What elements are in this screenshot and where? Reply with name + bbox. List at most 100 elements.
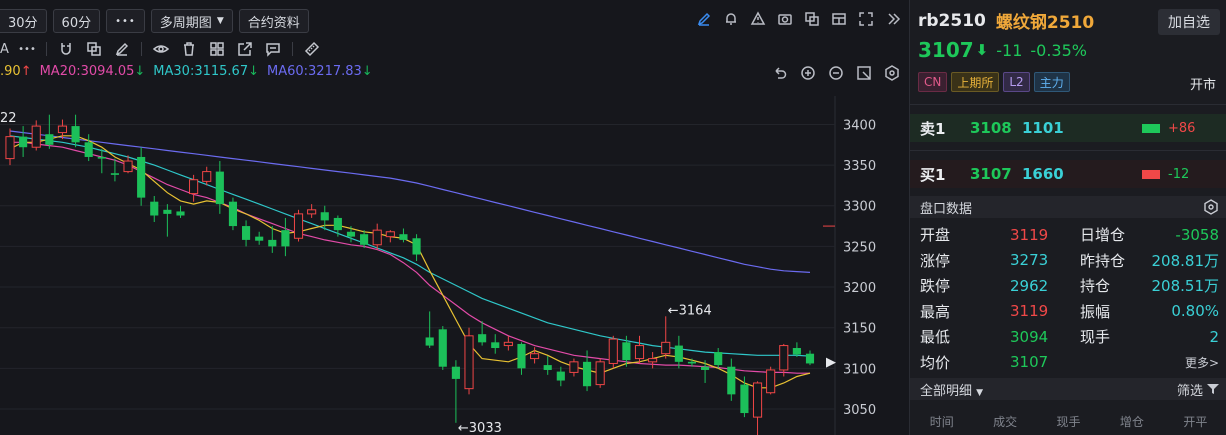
toolbar-divider <box>292 42 293 56</box>
comment-icon[interactable] <box>264 40 282 58</box>
zoom-in-icon[interactable] <box>800 65 816 81</box>
settings-icon[interactable] <box>884 65 900 81</box>
y-tick-label: 3200 <box>843 281 876 296</box>
column-header: 时间 <box>929 414 954 429</box>
candle <box>648 352 658 369</box>
compare-icon[interactable] <box>803 10 821 28</box>
stat-label: 现手 <box>1080 328 1111 347</box>
period-30min-button[interactable]: 30分 <box>0 9 47 33</box>
eye-icon[interactable] <box>152 40 170 58</box>
candle-body <box>202 171 212 182</box>
candle-body <box>333 217 342 231</box>
period-60min-button[interactable]: 60分 <box>52 9 101 33</box>
candle <box>805 350 815 366</box>
stat-label: 涨停 <box>920 251 951 270</box>
stat-value: 3119 <box>1010 225 1049 244</box>
tag-cn: CN <box>918 72 948 92</box>
ma30-value: MA30:3115.67↓ <box>153 64 259 84</box>
ma60-line <box>9 130 811 273</box>
candle <box>281 217 290 257</box>
more-link[interactable]: 更多> <box>1134 354 1226 371</box>
chart-corner-label: 22 <box>0 111 17 126</box>
more-periods-button[interactable]: ••• <box>106 9 145 33</box>
add-favorite-button[interactable]: 加自选 <box>1158 9 1220 35</box>
drawing-toolbar: A ••• <box>0 38 321 60</box>
ma20-value: MA20:3094.05↓ <box>40 64 146 84</box>
collapse-right-icon[interactable] <box>884 10 902 28</box>
candle <box>727 358 736 401</box>
zoom-out-icon[interactable] <box>828 65 844 81</box>
buy-1-row[interactable]: 买1 3107 1660 -12 <box>910 160 1226 188</box>
candle <box>242 220 251 247</box>
candlestick-chart[interactable]: 3400 3350 3300 3250 3200 3150 3100 3050 22 ←3164… <box>0 96 908 435</box>
stat-label: 最高 <box>920 302 951 321</box>
price-change: -11 <box>996 40 1023 60</box>
quote-header: rb2510 螺纹钢2510 <box>918 8 1094 34</box>
stat-value: 3273 <box>1010 251 1049 270</box>
candle <box>634 335 645 364</box>
detail-dropdown[interactable]: 全部明细 ▼ <box>920 380 983 399</box>
alarm-bell-icon[interactable] <box>722 10 740 28</box>
candle <box>740 376 749 418</box>
column-header: 增仓 <box>1119 414 1144 429</box>
y-tick-label: 3400 <box>843 118 876 133</box>
candle-body <box>779 345 789 371</box>
candle <box>150 195 159 223</box>
stats-table: 开盘 3119 日增仓 -3058 涨停 3273 昨持仓 208.81万 跌停 2962 持仓 20… <box>910 222 1226 375</box>
candle <box>293 209 304 242</box>
grid-icon[interactable] <box>208 40 226 58</box>
stat-label: 最低 <box>920 328 951 347</box>
candle-body <box>556 371 565 381</box>
panel-data-header: 盘口数据 <box>910 196 1226 218</box>
stat-value: 3107 <box>1010 353 1049 372</box>
sell-1-row[interactable]: 卖1 3108 1101 +86 <box>910 114 1226 142</box>
up-arrow-icon: ↑ <box>20 64 32 79</box>
reset-zoom-icon[interactable] <box>856 65 872 81</box>
ruler-icon[interactable] <box>303 40 321 58</box>
undo-icon[interactable] <box>772 65 788 81</box>
chart-controls <box>772 65 900 81</box>
candle-body <box>805 353 815 364</box>
candle-body <box>385 231 395 238</box>
filter-button[interactable]: 筛选 <box>1177 380 1219 399</box>
pencil-icon[interactable] <box>695 10 713 28</box>
candle <box>779 343 789 377</box>
clone-icon[interactable] <box>85 40 103 58</box>
buy-volume-bar <box>1142 169 1160 179</box>
y-tick-label: 3350 <box>843 159 876 174</box>
y-tick-label: 3300 <box>843 200 876 215</box>
candle-body <box>189 179 199 195</box>
candle <box>84 134 93 162</box>
fullscreen-icon[interactable] <box>857 10 875 28</box>
triangle-warning-icon[interactable] <box>749 10 767 28</box>
panel-settings-icon[interactable] <box>1203 199 1219 215</box>
down-arrow-icon: ↓ <box>248 64 259 79</box>
candle <box>491 334 500 354</box>
candle-body <box>137 156 146 198</box>
layout-icon[interactable] <box>830 10 848 28</box>
contract-info-button[interactable]: 合约资料 <box>238 9 309 33</box>
filter-icon <box>1207 384 1219 394</box>
stat-row: 开盘 3119 日增仓 -3058 <box>910 222 1226 248</box>
candle <box>608 335 618 369</box>
candle-body <box>242 226 251 240</box>
filter-label: 筛选 <box>1176 383 1203 399</box>
export-icon[interactable] <box>236 40 254 58</box>
candle <box>530 347 540 364</box>
price-row: 3107 ⬇ -11 -0.35% <box>918 38 1087 62</box>
candle-body <box>45 134 54 145</box>
more-tools-icon[interactable]: ••• <box>18 40 36 58</box>
ma60-text: MA60:3217.83 <box>267 64 362 79</box>
stat-value: 0.80% <box>1171 302 1219 321</box>
multi-period-dropdown[interactable]: 多周期图 ▼ <box>150 9 233 33</box>
magnet-icon[interactable] <box>57 40 75 58</box>
text-tool-icon[interactable]: A <box>0 40 9 58</box>
candle-body <box>543 365 552 370</box>
draw-icon[interactable] <box>113 40 131 58</box>
candle <box>360 230 369 249</box>
trash-icon[interactable] <box>180 40 198 58</box>
divider <box>910 150 1226 151</box>
candle-body <box>346 231 356 237</box>
screenshot-icon[interactable] <box>776 10 794 28</box>
candle-body <box>372 229 382 246</box>
